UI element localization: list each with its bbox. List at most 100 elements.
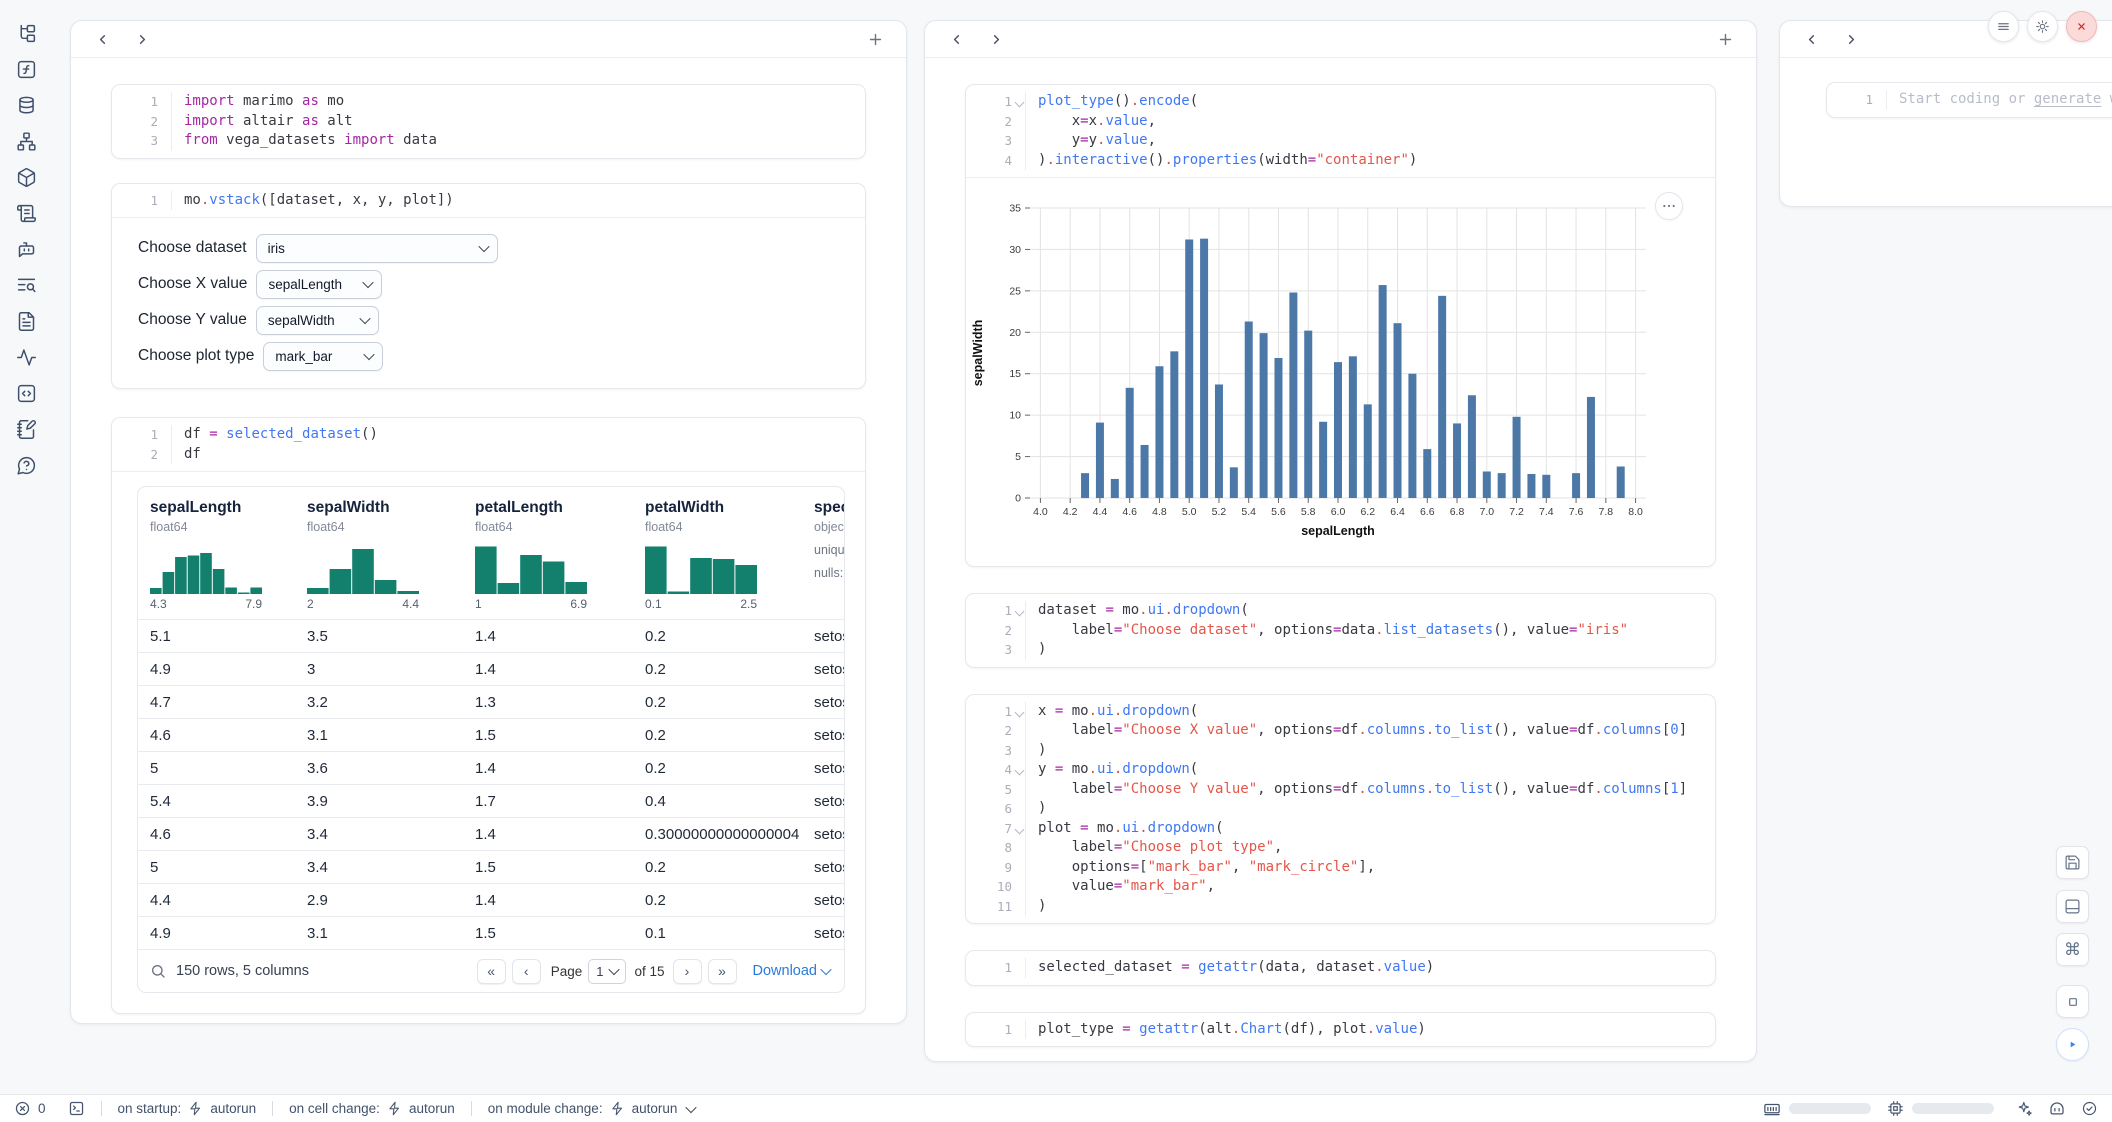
run-button[interactable] xyxy=(2056,1028,2089,1061)
sidebar-item-scroll-text[interactable] xyxy=(13,200,39,226)
bar[interactable] xyxy=(1438,296,1446,498)
ai-sparkles-button[interactable] xyxy=(2016,1100,2033,1117)
chevron-right-icon[interactable] xyxy=(131,28,153,50)
runtime-config-3[interactable]: on module change:autorun xyxy=(488,1101,696,1116)
sidebar-item-file-tree[interactable] xyxy=(13,20,39,46)
table-row[interactable]: 4.63.41.40.30000000000000004setosa xyxy=(138,817,844,850)
download-button[interactable]: Download xyxy=(753,963,831,979)
bar[interactable] xyxy=(1379,285,1387,498)
code-line[interactable]: 4).interactive().properties(width="conta… xyxy=(966,151,1715,171)
fold-chevron-icon[interactable] xyxy=(1015,766,1025,776)
code-line[interactable]: 5 label="Choose Y value", options=df.col… xyxy=(966,780,1715,800)
cell-imports[interactable]: 1import marimo as mo2import altair as al… xyxy=(111,84,866,159)
fold-chevron-icon[interactable] xyxy=(1015,707,1025,717)
bar[interactable] xyxy=(1230,467,1238,498)
dropdown-choose-dataset[interactable]: iris xyxy=(256,234,498,263)
sidebar-item-package[interactable] xyxy=(13,164,39,190)
code-line[interactable]: 3 y=y.value, xyxy=(966,131,1715,151)
table-row[interactable]: 53.41.50.2setosa xyxy=(138,850,844,883)
code-line[interactable]: 1x = mo.ui.dropdown( xyxy=(966,702,1715,722)
bar[interactable] xyxy=(1155,366,1163,498)
code-line[interactable]: 2 label="Choose X value", options=df.col… xyxy=(966,721,1715,741)
bar[interactable] xyxy=(1349,356,1357,498)
bar[interactable] xyxy=(1542,475,1550,498)
code-line[interactable]: 6) xyxy=(966,799,1715,819)
cell-dataset-dropdown[interactable]: 1dataset = mo.ui.dropdown(2 label="Choos… xyxy=(965,593,1716,668)
chevron-right-icon[interactable] xyxy=(1840,28,1862,50)
code-line[interactable]: 9 options=["mark_bar", "mark_circle"], xyxy=(966,858,1715,878)
column-histogram[interactable] xyxy=(645,544,757,594)
code-line[interactable]: 4y = mo.ui.dropdown( xyxy=(966,760,1715,780)
table-row[interactable]: 53.61.40.2setosa xyxy=(138,751,844,784)
cell-empty-ai[interactable]: 1 Start coding or generate with AI xyxy=(1826,82,2112,118)
bar[interactable] xyxy=(1081,473,1089,498)
dropdown-choose-plot-type[interactable]: mark_bar xyxy=(263,342,383,371)
cell-chart[interactable]: 1plot_type().encode(2 x=x.value,3 y=y.va… xyxy=(965,84,1716,567)
altair-bar-chart[interactable]: 051015202530354.04.24.44.64.85.05.25.45.… xyxy=(966,178,1716,538)
bar[interactable] xyxy=(1498,473,1506,498)
cell-vstack[interactable]: 1mo.vstack([dataset, x, y, plot]) Choose… xyxy=(111,183,866,390)
fold-chevron-icon[interactable] xyxy=(1015,98,1025,108)
connection-status-button[interactable] xyxy=(2081,1100,2098,1117)
next-page-button[interactable]: › xyxy=(673,959,702,984)
bar[interactable] xyxy=(1572,473,1580,498)
keyboard-shortcuts-button[interactable]: ⌘ xyxy=(2056,933,2089,966)
column-header-petalWidth[interactable]: petalWidthfloat640.12.5 xyxy=(645,499,814,611)
code-line[interactable]: 1df = selected_dataset() xyxy=(112,425,865,445)
search-icon[interactable] xyxy=(150,963,166,979)
bar[interactable] xyxy=(1200,239,1208,498)
code-line[interactable]: 1dataset = mo.ui.dropdown( xyxy=(966,601,1715,621)
error-counter[interactable]: 0 xyxy=(14,1100,46,1117)
bar[interactable] xyxy=(1513,417,1521,498)
bar[interactable] xyxy=(1274,358,1282,498)
runtime-config-2[interactable]: on cell change:autorun xyxy=(289,1101,455,1116)
sidebar-item-scratchpad[interactable] xyxy=(13,416,39,442)
shutdown-button[interactable] xyxy=(2066,11,2097,42)
code-line[interactable]: 10 value="mark_bar", xyxy=(966,877,1715,897)
prev-page-button[interactable]: ‹ xyxy=(512,959,541,984)
fold-chevron-icon[interactable] xyxy=(1015,607,1025,617)
chevron-left-icon[interactable] xyxy=(91,28,113,50)
sidebar-item-help-circle[interactable] xyxy=(13,452,39,478)
page-select[interactable]: 1 xyxy=(588,959,626,984)
column-header-sepalLength[interactable]: sepalLengthfloat644.37.9 xyxy=(150,499,307,611)
bar[interactable] xyxy=(1423,449,1431,498)
code-line[interactable]: 2 x=x.value, xyxy=(966,112,1715,132)
save-button[interactable] xyxy=(2056,846,2089,879)
bar[interactable] xyxy=(1304,331,1312,498)
code-line[interactable]: 1plot_type = getattr(alt.Chart(df), plot… xyxy=(966,1020,1715,1040)
add-cell-button[interactable] xyxy=(864,28,886,50)
bar[interactable] xyxy=(1364,404,1372,498)
first-page-button[interactable]: « xyxy=(477,959,506,984)
bar[interactable] xyxy=(1408,374,1416,498)
table-row[interactable]: 4.931.40.2setosa xyxy=(138,652,844,685)
cell-xy-plot-dropdowns[interactable]: 1x = mo.ui.dropdown(2 label="Choose X va… xyxy=(965,694,1716,925)
chevron-left-icon[interactable] xyxy=(945,28,967,50)
bar[interactable] xyxy=(1587,397,1595,498)
sidebar-item-code-square[interactable] xyxy=(13,380,39,406)
bar[interactable] xyxy=(1319,422,1327,498)
dropdown-choose-x-value[interactable]: sepalLength xyxy=(256,270,382,299)
terminal-button[interactable] xyxy=(68,1100,85,1117)
table-row[interactable]: 5.13.51.40.2setosa xyxy=(138,619,844,652)
cell-dataframe[interactable]: 1df = selected_dataset()2df sepalLengthf… xyxy=(111,417,866,1014)
column-header-petalLength[interactable]: petalLengthfloat6416.9 xyxy=(475,499,645,611)
last-page-button[interactable]: » xyxy=(708,959,737,984)
bar[interactable] xyxy=(1215,384,1223,498)
code-line[interactable]: 11) xyxy=(966,897,1715,917)
bar[interactable] xyxy=(1617,467,1625,499)
cell-selected-dataset[interactable]: 1selected_dataset = getattr(data, datase… xyxy=(965,950,1716,986)
table-row[interactable]: 4.42.91.40.2setosa xyxy=(138,883,844,916)
bar[interactable] xyxy=(1394,323,1402,498)
table-row[interactable]: 5.43.91.70.4setosa xyxy=(138,784,844,817)
code-line[interactable]: 2import altair as alt xyxy=(112,112,865,132)
table-row[interactable]: 4.93.11.50.1setosa xyxy=(138,916,844,949)
code-line[interactable]: 1mo.vstack([dataset, x, y, plot]) xyxy=(112,191,865,211)
code-placeholder[interactable]: Start coding or generate with AI xyxy=(1887,90,2112,110)
bar[interactable] xyxy=(1334,362,1342,498)
add-cell-button[interactable] xyxy=(1714,28,1736,50)
menu-button[interactable] xyxy=(1988,11,2019,42)
sidebar-item-sitemap[interactable] xyxy=(13,128,39,154)
column-header-species[interactable]: speciesobjectunique:nulls: xyxy=(814,499,845,611)
bar[interactable] xyxy=(1483,471,1491,498)
